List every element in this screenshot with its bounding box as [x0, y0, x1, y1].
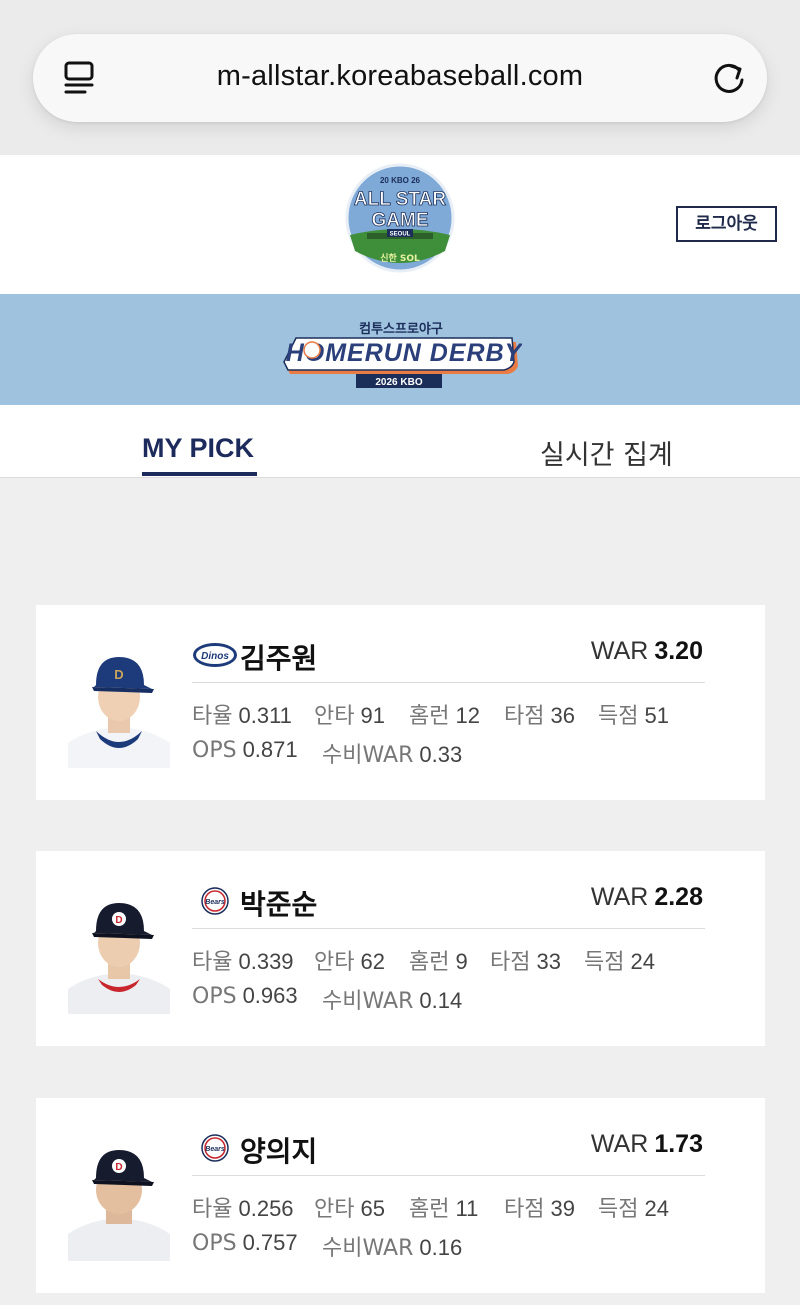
svg-text:ALL STAR: ALL STAR: [354, 189, 446, 210]
logout-button[interactable]: 로그아웃: [676, 206, 777, 242]
stat-rbi: 타점 33: [490, 949, 561, 975]
site-header: 20 KBO 26 ALL STAR GAME SEOUL 신한 SOL 로그아…: [0, 155, 800, 294]
url-text[interactable]: m-allstar.koreabaseball.com: [33, 60, 767, 93]
stat-hr: 홈런 9: [409, 949, 468, 975]
player-card[interactable]: D Bears 박준순 WAR 2.28 타율 0.339 안타 62 홈런 9 타점 3…: [36, 851, 765, 1046]
svg-text:2026 KBO: 2026 KBO: [375, 377, 422, 388]
stat-avg: 타율 0.256: [192, 1196, 294, 1222]
player-name: 김주원: [240, 642, 318, 675]
card-divider: [192, 682, 705, 683]
svg-text:SEOUL: SEOUL: [390, 232, 411, 238]
stat-rbi: 타점 39: [504, 1196, 575, 1222]
war-value: WAR 3.20: [590, 637, 703, 665]
war-value: WAR 2.28: [590, 883, 703, 911]
bears-logo: Bears: [201, 887, 229, 915]
stat-runs: 득점 51: [598, 703, 669, 729]
stat-rbi: 타점 36: [504, 703, 575, 729]
browser-toolbar: m-allstar.koreabaseball.com: [0, 0, 800, 155]
stat-hr: 홈런 11: [409, 1196, 479, 1222]
homerun-derby-logo: 컴투스프로야구 HOMERUN DERBY 2026 KBO: [283, 321, 522, 388]
svg-text:Bears: Bears: [205, 1146, 225, 1153]
card-divider: [192, 1175, 705, 1176]
stat-hits: 안타 65: [314, 1196, 385, 1222]
stat-hits: 안타 62: [314, 949, 385, 975]
stat-avg: 타율 0.339: [192, 949, 294, 975]
tab-bar: MY PICK 실시간 집계: [0, 405, 800, 478]
svg-text:Dinos: Dinos: [201, 651, 229, 662]
player-name: 양의지: [240, 1135, 318, 1168]
svg-text:D: D: [115, 1162, 122, 1173]
allstar-game-logo[interactable]: 20 KBO 26 ALL STAR GAME SEOUL 신한 SOL: [345, 163, 455, 273]
svg-text:D: D: [114, 667, 123, 682]
tab-live-tally[interactable]: 실시간 집계: [540, 433, 673, 472]
stat-def-war: 수비WAR 0.16: [322, 1235, 463, 1261]
svg-text:신한 SOL: 신한 SOL: [380, 252, 420, 264]
stat-def-war: 수비WAR 0.33: [322, 742, 463, 768]
stat-ops: OPS 0.757: [192, 1230, 298, 1256]
stat-ops: OPS 0.871: [192, 737, 298, 763]
stat-avg: 타율 0.311: [192, 703, 292, 729]
stat-hr: 홈런 12: [409, 703, 480, 729]
dinos-logo: Dinos: [193, 643, 237, 667]
homerun-derby-banner: 컴투스프로야구 HOMERUN DERBY 2026 KBO: [0, 294, 800, 405]
bears-logo: Bears: [201, 1134, 229, 1162]
player-photo: D: [68, 1136, 170, 1261]
stat-def-war: 수비WAR 0.14: [322, 988, 463, 1014]
player-card[interactable]: D Dinos 김주원 WAR 3.20 타율 0.311 안타 91 홈런 12 타점…: [36, 605, 765, 800]
stat-hits: 안타 91: [314, 703, 385, 729]
svg-text:D: D: [115, 915, 122, 926]
player-card[interactable]: D Bears 양의지 WAR 1.73 타율 0.256 안타 65 홈런 11 타점…: [36, 1098, 765, 1293]
war-value: WAR 1.73: [590, 1130, 703, 1158]
player-photo: D: [68, 889, 170, 1014]
player-name: 박준순: [240, 888, 318, 921]
svg-text:20 KBO 26: 20 KBO 26: [380, 176, 421, 185]
tab-my-pick[interactable]: MY PICK: [142, 433, 254, 464]
card-divider: [192, 928, 705, 929]
address-bar[interactable]: m-allstar.koreabaseball.com: [33, 34, 767, 122]
stat-runs: 득점 24: [598, 1196, 669, 1222]
stat-runs: 득점 24: [584, 949, 655, 975]
active-tab-indicator: [142, 472, 257, 476]
player-photo: D: [68, 643, 170, 768]
svg-text:컴투스프로야구: 컴투스프로야구: [359, 321, 443, 337]
stat-ops: OPS 0.963: [192, 983, 298, 1009]
svg-text:HOMERUN DERBY: HOMERUN DERBY: [286, 339, 522, 367]
svg-text:GAME: GAME: [372, 210, 429, 231]
svg-text:Bears: Bears: [205, 899, 225, 906]
reload-icon[interactable]: [709, 58, 749, 98]
